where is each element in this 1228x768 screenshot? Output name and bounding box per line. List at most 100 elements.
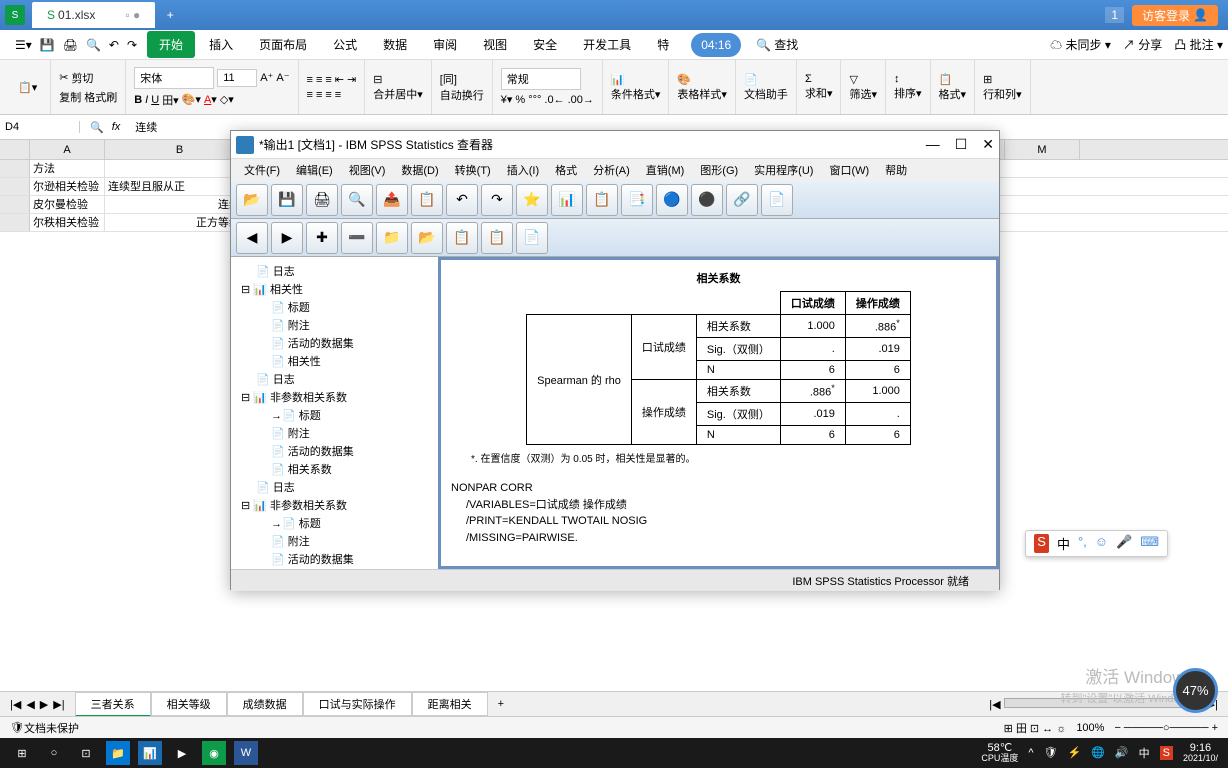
sheet-nav-next-icon[interactable]: ▶ bbox=[40, 698, 48, 711]
save-icon[interactable]: 💾 bbox=[40, 38, 55, 52]
sheet-nav-prev-icon[interactable]: ◀ bbox=[26, 698, 34, 711]
sheet-nav-last-icon[interactable]: ▶| bbox=[53, 698, 64, 711]
sheet-tab-4[interactable]: 距离相关 bbox=[412, 692, 488, 716]
indent-left-icon[interactable]: ⇤ bbox=[335, 73, 344, 86]
sheet-tab-0[interactable]: 三者关系 bbox=[75, 692, 151, 717]
sheet-add-button[interactable]: + bbox=[488, 698, 514, 710]
spss-titlebar[interactable]: *输出1 [文档1] - IBM SPSS Statistics 查看器 — ☐… bbox=[231, 131, 999, 159]
percent-icon[interactable]: % bbox=[515, 94, 525, 106]
tree-notes2[interactable]: 📄 附注 bbox=[236, 424, 433, 442]
spss-menu-file[interactable]: 文件(F) bbox=[236, 162, 288, 178]
function-icon[interactable]: fx bbox=[112, 121, 121, 134]
tray-sogou-icon[interactable]: S bbox=[1160, 746, 1173, 760]
tree-correlations[interactable]: 📄 相关性 bbox=[236, 352, 433, 370]
taskview-icon[interactable]: ⊡ bbox=[74, 741, 98, 765]
wrap-button[interactable]: [同]自动换行 bbox=[440, 71, 484, 103]
tree-active-data[interactable]: 📄 活动的数据集 bbox=[236, 334, 433, 352]
undo-icon[interactable]: ↶ bbox=[109, 38, 119, 52]
spss-open-icon[interactable]: 📂 bbox=[236, 184, 268, 216]
spss-outline-tree[interactable]: 📄 日志 ⊟ 📊 相关性 📄 标题 📄 附注 📄 活动的数据集 📄 相关性 📄 … bbox=[231, 257, 441, 569]
spss-preview-icon[interactable]: 🔍 bbox=[341, 184, 373, 216]
spss-menu-window[interactable]: 窗口(W) bbox=[821, 162, 877, 178]
col-header-M[interactable]: M bbox=[1005, 140, 1080, 159]
minimize-icon[interactable]: — bbox=[926, 136, 940, 153]
spss-export-icon[interactable]: 📤 bbox=[376, 184, 408, 216]
spss-expand-icon[interactable]: 📁 bbox=[376, 222, 408, 254]
underline-icon[interactable]: U bbox=[151, 94, 159, 106]
spss-back-icon[interactable]: ◀ bbox=[236, 222, 268, 254]
format-brush-button[interactable]: 格式刷 bbox=[84, 89, 117, 105]
tree-notes[interactable]: 📄 附注 bbox=[236, 316, 433, 334]
tree-title3[interactable]: →📄 标题 bbox=[236, 514, 433, 532]
font-color-icon[interactable]: A▾ bbox=[204, 93, 217, 106]
tree-title2[interactable]: →📄 标题 bbox=[236, 406, 433, 424]
search-menu[interactable]: 🔍 查找 bbox=[756, 36, 798, 53]
ime-keyboard-icon[interactable]: ⌨ bbox=[1140, 534, 1159, 553]
spss-redo-icon[interactable]: ↷ bbox=[481, 184, 513, 216]
clear-format-icon[interactable]: ◇▾ bbox=[220, 93, 234, 106]
spss-output-pane[interactable]: 相关系数 口试成绩 操作成绩 Spearman 的 rho 口试成绩 相关系数 … bbox=[441, 257, 999, 569]
menu-security[interactable]: 安全 bbox=[521, 31, 569, 58]
format-button[interactable]: 📋格式▾ bbox=[939, 73, 967, 102]
tree-active-data2[interactable]: 📄 活动的数据集 bbox=[236, 442, 433, 460]
menu-formula[interactable]: 公式 bbox=[321, 31, 369, 58]
menu-page-layout[interactable]: 页面布局 bbox=[247, 31, 319, 58]
rowcol-button[interactable]: ⊞行和列▾ bbox=[983, 73, 1022, 102]
zoom-slider[interactable]: − ─────○───── + bbox=[1114, 722, 1218, 734]
tray-up-icon[interactable]: ^ bbox=[1028, 747, 1033, 759]
decrease-decimal-icon[interactable]: .00→ bbox=[568, 94, 594, 106]
currency-icon[interactable]: ¥▾ bbox=[501, 93, 513, 106]
decrease-font-icon[interactable]: A⁻ bbox=[276, 71, 289, 84]
spss-goto-case-icon[interactable]: 📊 bbox=[551, 184, 583, 216]
new-tab-button[interactable]: + bbox=[155, 2, 185, 28]
spss-use-icon[interactable]: ⚫ bbox=[691, 184, 723, 216]
menu-data[interactable]: 数据 bbox=[371, 31, 419, 58]
tree-corr[interactable]: ⊟ 📊 相关性 bbox=[236, 280, 433, 298]
merge-button[interactable]: ⊟合并居中▾ bbox=[373, 73, 423, 102]
ime-emoji-icon[interactable]: ☺ bbox=[1095, 534, 1108, 553]
filter-button[interactable]: ▽筛选▾ bbox=[849, 73, 877, 102]
align-justify-icon[interactable]: ≡ bbox=[335, 89, 341, 101]
sheet-tab-3[interactable]: 口试与实际操作 bbox=[303, 692, 412, 716]
fx-icon[interactable]: 🔍 bbox=[90, 121, 104, 134]
tree-nonpar2[interactable]: ⊟ 📊 非参数相关系数 bbox=[236, 496, 433, 514]
tree-title[interactable]: 📄 标题 bbox=[236, 298, 433, 316]
spss-menu-insert[interactable]: 插入(I) bbox=[499, 162, 547, 178]
spss-menu-transform[interactable]: 转换(T) bbox=[447, 162, 499, 178]
spss-show-icon[interactable]: 📋 bbox=[446, 222, 478, 254]
spss-menu-utilities[interactable]: 实用程序(U) bbox=[746, 162, 821, 178]
select-all-corner[interactable] bbox=[0, 140, 30, 159]
tray-ime-icon[interactable]: 中 bbox=[1139, 745, 1150, 761]
menu-review[interactable]: 审阅 bbox=[421, 31, 469, 58]
spss-value-icon[interactable]: 🔵 bbox=[656, 184, 688, 216]
increase-font-icon[interactable]: A⁺ bbox=[260, 71, 273, 84]
align-bottom-icon[interactable]: ≡ bbox=[325, 74, 331, 86]
spss-forward-icon[interactable]: ▶ bbox=[271, 222, 303, 254]
tray-shield-icon[interactable]: 🛡 bbox=[1044, 746, 1058, 759]
ime-toolbar[interactable]: S 中 °, ☺ 🎤 ⌨ bbox=[1025, 530, 1168, 557]
preview-icon[interactable]: 🔍 bbox=[86, 38, 101, 52]
spss-menu-data[interactable]: 数据(D) bbox=[393, 162, 446, 178]
paste-button[interactable]: 📋▾ bbox=[13, 79, 42, 96]
align-top-icon[interactable]: ≡ bbox=[307, 74, 313, 86]
view-icons[interactable]: ⊞ 田 ⊡ ↔ ☼ bbox=[1004, 720, 1067, 736]
border-icon[interactable]: 田▾ bbox=[162, 92, 179, 108]
spss-menu-help[interactable]: 帮助 bbox=[877, 162, 915, 178]
tree-nonpar[interactable]: ⊟ 📊 非参数相关系数 bbox=[236, 388, 433, 406]
align-right-icon[interactable]: ≡ bbox=[325, 89, 331, 101]
login-button[interactable]: 访客登录 👤 bbox=[1132, 5, 1218, 26]
font-select[interactable]: 宋体 bbox=[134, 67, 214, 89]
spss-menu-format[interactable]: 格式 bbox=[547, 162, 585, 178]
indent-right-icon[interactable]: ⇥ bbox=[347, 73, 356, 86]
menu-dropdown-icon[interactable]: ☰▾ bbox=[15, 38, 32, 52]
menu-view[interactable]: 视图 bbox=[471, 31, 519, 58]
tree-corr-coef[interactable]: 📄 相关系数 bbox=[236, 460, 433, 478]
bold-icon[interactable]: B bbox=[134, 94, 142, 106]
tree-log2[interactable]: 📄 日志 bbox=[236, 370, 433, 388]
number-format-select[interactable]: 常规 bbox=[501, 68, 581, 90]
spss-variables-icon[interactable]: 📋 bbox=[586, 184, 618, 216]
align-center-icon[interactable]: ≡ bbox=[316, 89, 322, 101]
increase-decimal-icon[interactable]: .0← bbox=[544, 94, 564, 106]
close-icon[interactable]: ✕ bbox=[982, 136, 994, 153]
spss-taskbar-icon[interactable]: 📊 bbox=[138, 741, 162, 765]
